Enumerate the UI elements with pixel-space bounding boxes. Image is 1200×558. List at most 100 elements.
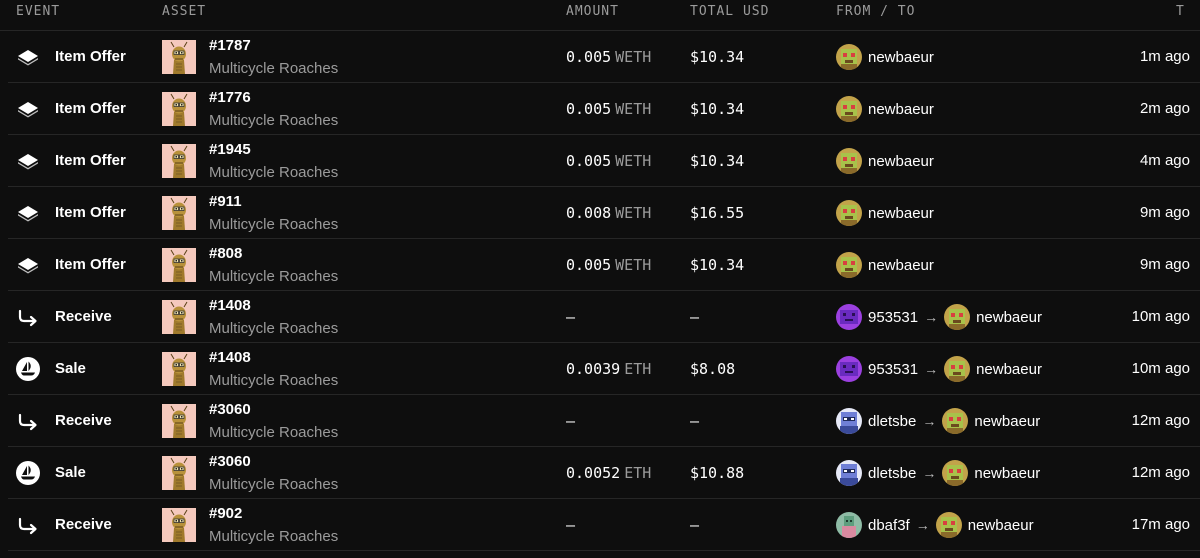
from-user-link[interactable]: dbaf3f (868, 517, 910, 534)
amount-unit: ETH (624, 360, 652, 378)
event-time[interactable]: 12m ago (1130, 412, 1190, 429)
nft-thumbnail[interactable] (162, 92, 196, 126)
amount-value: 0.005 WETH (566, 152, 651, 170)
asset-collection-link[interactable]: Multicycle Roaches (209, 476, 338, 493)
header-amount: AMOUNT (566, 4, 619, 19)
asset-collection-link[interactable]: Multicycle Roaches (209, 216, 338, 233)
event-label: Item Offer (55, 204, 126, 221)
amount-value: 0.005 WETH (566, 48, 651, 66)
from-avatar[interactable] (836, 356, 862, 382)
from-avatar[interactable] (836, 148, 862, 174)
from-user-link[interactable]: 953531 (868, 309, 918, 326)
total-usd-value: $10.34 (690, 152, 745, 170)
event-time-text: 12m ago (1131, 412, 1190, 429)
nft-thumbnail[interactable] (162, 404, 196, 438)
to-avatar[interactable] (942, 460, 969, 486)
table-row[interactable]: Sale #1408 Multicycle Roaches 0.0039 ETH … (8, 343, 1200, 395)
asset-collection-link[interactable]: Multicycle Roaches (209, 424, 338, 441)
to-user-link[interactable]: newbaeur (968, 517, 1034, 534)
asset-collection-link[interactable]: Multicycle Roaches (209, 112, 338, 129)
nft-thumbnail[interactable] (162, 196, 196, 230)
to-user-link[interactable]: newbaeur (976, 309, 1042, 326)
asset-id-link[interactable]: #1408 (209, 349, 251, 366)
from-user-link[interactable]: newbaeur (868, 153, 934, 170)
table-row[interactable]: Item Offer #911 Multicycle Roaches 0.008… (8, 187, 1200, 239)
to-avatar[interactable] (944, 304, 971, 330)
event-time[interactable]: 10m ago (1130, 360, 1190, 377)
asset-collection-link[interactable]: Multicycle Roaches (209, 268, 338, 285)
from-user-link[interactable]: newbaeur (868, 49, 934, 66)
asset-id-link[interactable]: #3060 (209, 401, 251, 418)
event-time[interactable]: 1m ago (1130, 48, 1190, 65)
from-to: 953531 → newbaeur (836, 356, 1042, 382)
table-row[interactable]: Item Offer #1776 Multicycle Roaches 0.00… (8, 83, 1200, 135)
to-avatar[interactable] (944, 356, 971, 382)
amount-unit: WETH (615, 152, 652, 170)
from-to: 953531 → newbaeur (836, 304, 1042, 330)
table-row[interactable]: Item Offer #1787 Multicycle Roaches 0.00… (8, 31, 1200, 83)
asset-collection-link[interactable]: Multicycle Roaches (209, 164, 338, 181)
from-avatar[interactable] (836, 460, 862, 486)
nft-thumbnail[interactable] (162, 144, 196, 178)
asset-collection-link[interactable]: Multicycle Roaches (209, 60, 338, 77)
nft-thumbnail[interactable] (162, 352, 196, 386)
from-avatar[interactable] (836, 96, 862, 122)
event-time[interactable]: 12m ago (1130, 464, 1190, 481)
total-usd-value: — (690, 412, 700, 430)
header-time: T (1176, 4, 1185, 19)
nft-thumbnail[interactable] (162, 248, 196, 282)
event-time[interactable]: 9m ago (1130, 204, 1190, 221)
from-user-link[interactable]: dletsbe (868, 413, 916, 430)
nft-thumbnail[interactable] (162, 300, 196, 334)
asset-collection-link[interactable]: Multicycle Roaches (209, 372, 338, 389)
event-time[interactable]: 4m ago (1130, 152, 1190, 169)
asset-id-link[interactable]: #1945 (209, 141, 251, 158)
to-avatar[interactable] (942, 408, 969, 434)
asset-id-link[interactable]: #3060 (209, 453, 251, 470)
asset-id-link[interactable]: #1787 (209, 37, 251, 54)
from-avatar[interactable] (836, 408, 862, 434)
to-user-link[interactable]: newbaeur (976, 361, 1042, 378)
from-user-link[interactable]: 953531 (868, 361, 918, 378)
from-user-link[interactable]: newbaeur (868, 257, 934, 274)
event-time[interactable]: 2m ago (1130, 100, 1190, 117)
from-avatar[interactable] (836, 512, 862, 538)
arrow-right-icon: → (924, 309, 939, 325)
event-label: Receive (55, 412, 112, 429)
event-time[interactable]: 17m ago (1130, 516, 1190, 533)
amount-value: — (566, 412, 575, 430)
table-row[interactable]: Item Offer #1945 Multicycle Roaches 0.00… (8, 135, 1200, 187)
asset-id-link[interactable]: #808 (209, 245, 242, 262)
asset-id-link[interactable]: #1776 (209, 89, 251, 106)
nft-thumbnail[interactable] (162, 40, 196, 74)
event-time[interactable]: 9m ago (1130, 256, 1190, 273)
to-user-link[interactable]: newbaeur (974, 465, 1040, 482)
from-avatar[interactable] (836, 200, 862, 226)
header-event: EVENT (16, 4, 61, 19)
from-to: newbaeur (836, 252, 934, 278)
table-row[interactable]: Receive #3060 Multicycle Roaches — — dle… (8, 395, 1200, 447)
nft-thumbnail[interactable] (162, 508, 196, 542)
from-avatar[interactable] (836, 304, 862, 330)
table-row[interactable]: Item Offer #808 Multicycle Roaches 0.005… (8, 239, 1200, 291)
from-user-link[interactable]: newbaeur (868, 101, 934, 118)
asset-collection-link[interactable]: Multicycle Roaches (209, 320, 338, 337)
amount-number: 0.005 (566, 100, 612, 118)
table-row[interactable]: Receive #902 Multicycle Roaches — — dbaf… (8, 499, 1200, 551)
asset-collection-link[interactable]: Multicycle Roaches (209, 528, 338, 545)
table-row[interactable]: Sale #3060 Multicycle Roaches 0.0052 ETH … (8, 447, 1200, 499)
total-usd-value: $16.55 (690, 204, 745, 222)
nft-thumbnail[interactable] (162, 456, 196, 490)
from-user-link[interactable]: newbaeur (868, 205, 934, 222)
event-time[interactable]: 10m ago (1130, 308, 1190, 325)
from-user-link[interactable]: dletsbe (868, 465, 916, 482)
to-user-link[interactable]: newbaeur (974, 413, 1040, 430)
asset-id-link[interactable]: #1408 (209, 297, 251, 314)
from-avatar[interactable] (836, 252, 862, 278)
from-avatar[interactable] (836, 44, 862, 70)
amount-value: 0.005 WETH (566, 256, 651, 274)
table-row[interactable]: Receive #1408 Multicycle Roaches — — 953… (8, 291, 1200, 343)
asset-id-link[interactable]: #911 (209, 193, 242, 210)
to-avatar[interactable] (935, 512, 962, 538)
asset-id-link[interactable]: #902 (209, 505, 242, 522)
